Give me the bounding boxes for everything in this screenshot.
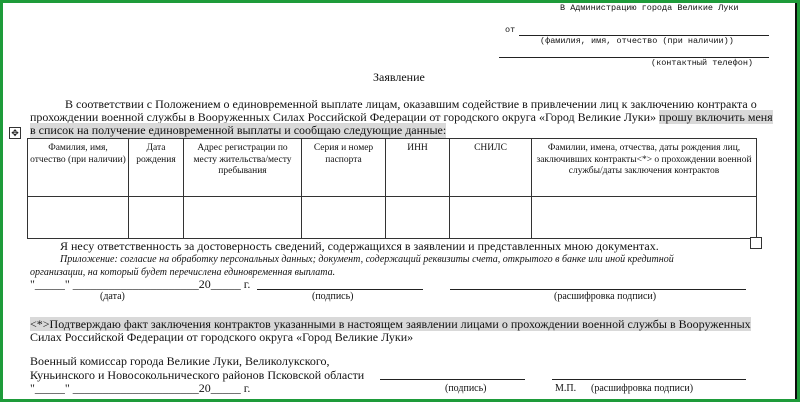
confirm-line-1-text: <*>Подтверждаю факт заключения контракто… bbox=[30, 317, 751, 331]
table-cell[interactable] bbox=[449, 196, 532, 239]
date-label: (дата) bbox=[100, 291, 125, 302]
header-cell-birthdate: Дата рождения bbox=[128, 138, 184, 197]
selected-text: прошу включить меня bbox=[659, 110, 773, 124]
header-cell-fio: Фамилия, имя, отчество (при наличии) bbox=[27, 138, 129, 197]
document-page: В Администрацию города Великие Луки от (… bbox=[3, 3, 795, 399]
table-cell[interactable] bbox=[385, 196, 450, 239]
table-cell[interactable] bbox=[128, 196, 184, 239]
commissar-decode-label: (расшифровка подписи) bbox=[591, 383, 694, 394]
fio-hint: (фамилия, имя, отчество (при наличии)) bbox=[540, 36, 734, 46]
header-cell-inn: ИНН bbox=[385, 138, 450, 197]
intro-line-2-text: прохождении военной службы в Вооруженных… bbox=[30, 110, 660, 124]
document-title: Заявление bbox=[373, 70, 425, 84]
table-row bbox=[27, 196, 757, 239]
commissar-signature-line bbox=[380, 379, 525, 380]
commissar-signature-label: (подпись) bbox=[445, 383, 487, 394]
contact-hint: (контактный телефон) bbox=[651, 58, 754, 68]
stamp-label: М.П. bbox=[555, 383, 577, 394]
header-cell-address: Адрес регистрации по месту жительства/ме… bbox=[183, 138, 302, 197]
decode-label: (расшифровка подписи) bbox=[554, 291, 657, 302]
table-move-handle-icon[interactable]: ✥ bbox=[9, 127, 21, 139]
from-prefix: от bbox=[505, 25, 516, 35]
commissar-line-1: Военный комиссар города Великие Луки, Ве… bbox=[30, 354, 330, 368]
addressee: В Администрацию города Великие Луки bbox=[560, 3, 739, 13]
date-line: "_____" _____________________20_____ г. bbox=[30, 277, 251, 291]
header-cell-contracts: Фамилии, имена, отчества, даты рождения … bbox=[531, 138, 757, 197]
responsibility-text: Я несу ответственность за достоверность … bbox=[60, 239, 659, 253]
table-cell[interactable] bbox=[27, 196, 129, 239]
header-cell-passport: Серия и номер паспорта bbox=[301, 138, 386, 197]
table-resize-handle[interactable] bbox=[750, 237, 762, 249]
appendix-line-1: Приложение: согласие на обработку персон… bbox=[60, 254, 674, 265]
header-cell-snils: СНИЛС bbox=[449, 138, 532, 197]
intro-line-3: в список на получение единовременной вып… bbox=[30, 123, 447, 138]
commissar-decode-line bbox=[552, 379, 746, 380]
table-header-row: Фамилия, имя, отчество (при наличии) Дат… bbox=[27, 138, 757, 197]
table-cell[interactable] bbox=[301, 196, 386, 239]
table-cell[interactable] bbox=[183, 196, 302, 239]
table-cell[interactable] bbox=[531, 196, 757, 239]
decode-line bbox=[450, 289, 746, 290]
commissar-date-line: "_____" _____________________20_____ г. bbox=[30, 381, 251, 395]
signature-label: (подпись) bbox=[312, 291, 354, 302]
confirm-line-2: Силах Российской Федерации от городского… bbox=[30, 330, 414, 344]
data-table: Фамилия, имя, отчество (при наличии) Дат… bbox=[27, 138, 757, 239]
signature-line bbox=[257, 289, 423, 290]
